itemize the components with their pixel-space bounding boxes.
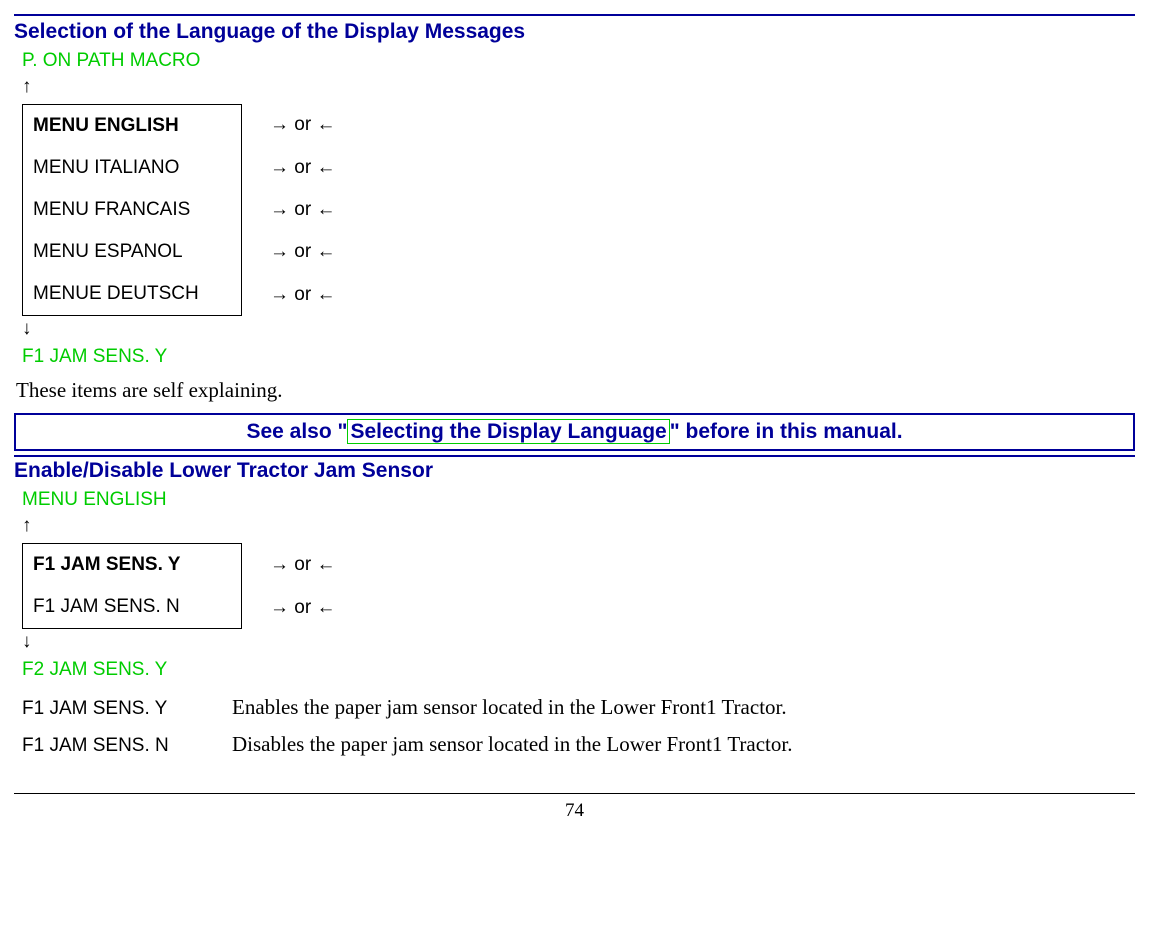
description-row: F1 JAM SENS. Y Enables the paper jam sen… [22, 695, 1135, 720]
menu-item-francais: MENU FRANCAIS [23, 189, 241, 231]
desc-label: F1 JAM SENS. N [22, 735, 232, 757]
up-arrow-icon: ↑ [14, 515, 1135, 537]
note-text-before: See also " [246, 420, 347, 443]
down-arrow-icon: ↓ [14, 318, 1135, 340]
prev-menu-label: P. ON PATH MACRO [14, 50, 1135, 72]
page-number: 74 [14, 800, 1135, 822]
prev-menu-label: MENU ENGLISH [14, 489, 1135, 511]
language-menu-box: MENU ENGLISH MENU ITALIANO MENU FRANCAIS… [22, 104, 242, 316]
note-text-after: " before in this manual. [670, 420, 903, 443]
nav-hint-column: → or ← → or ← → or ← → or ← → or ← [242, 104, 335, 316]
nav-hint: → or ← [270, 284, 335, 306]
section-title-jam-sensor: Enable/Disable Lower Tractor Jam Sensor [14, 459, 1135, 483]
up-arrow-icon: ↑ [14, 76, 1135, 98]
menu-item-espanol: MENU ESPANOL [23, 231, 241, 273]
section-rule [14, 14, 1135, 16]
menu-item-italiano: MENU ITALIANO [23, 147, 241, 189]
next-menu-label: F2 JAM SENS. Y [14, 659, 1135, 681]
menu-item-english: MENU ENGLISH [23, 105, 241, 147]
description-table: F1 JAM SENS. Y Enables the paper jam sen… [22, 695, 1135, 757]
desc-text: Enables the paper jam sensor located in … [232, 695, 787, 720]
menu-item-jam-n: F1 JAM SENS. N [23, 586, 241, 628]
section-rule [14, 455, 1135, 457]
desc-label: F1 JAM SENS. Y [22, 698, 232, 720]
note-link[interactable]: Selecting the Display Language [347, 419, 669, 444]
jam-sensor-menu-box: F1 JAM SENS. Y F1 JAM SENS. N [22, 543, 242, 629]
language-menu-block: MENU ENGLISH MENU ITALIANO MENU FRANCAIS… [22, 104, 1135, 316]
footer-rule [14, 793, 1135, 794]
page-footer: 74 [14, 793, 1135, 822]
section1-body-text: These items are self explaining. [14, 378, 1135, 403]
jam-sensor-menu-block: F1 JAM SENS. Y F1 JAM SENS. N → or ← → o… [22, 543, 1135, 629]
section-title-language: Selection of the Language of the Display… [14, 20, 1135, 44]
menu-item-deutsch: MENUE DEUTSCH [23, 273, 241, 315]
desc-text: Disables the paper jam sensor located in… [232, 732, 792, 757]
next-menu-label: F1 JAM SENS. Y [14, 346, 1135, 368]
nav-hint: → or ← [270, 199, 335, 221]
nav-hint: → or ← [270, 241, 335, 263]
nav-hint: → or ← [270, 157, 335, 179]
nav-hint-column: → or ← → or ← [242, 543, 335, 629]
nav-hint: → or ← [270, 597, 335, 619]
description-row: F1 JAM SENS. N Disables the paper jam se… [22, 732, 1135, 757]
down-arrow-icon: ↓ [14, 631, 1135, 653]
nav-hint: → or ← [270, 554, 335, 576]
nav-hint: → or ← [270, 114, 335, 136]
menu-item-jam-y: F1 JAM SENS. Y [23, 544, 241, 586]
see-also-note: See also "Selecting the Display Language… [14, 413, 1135, 451]
